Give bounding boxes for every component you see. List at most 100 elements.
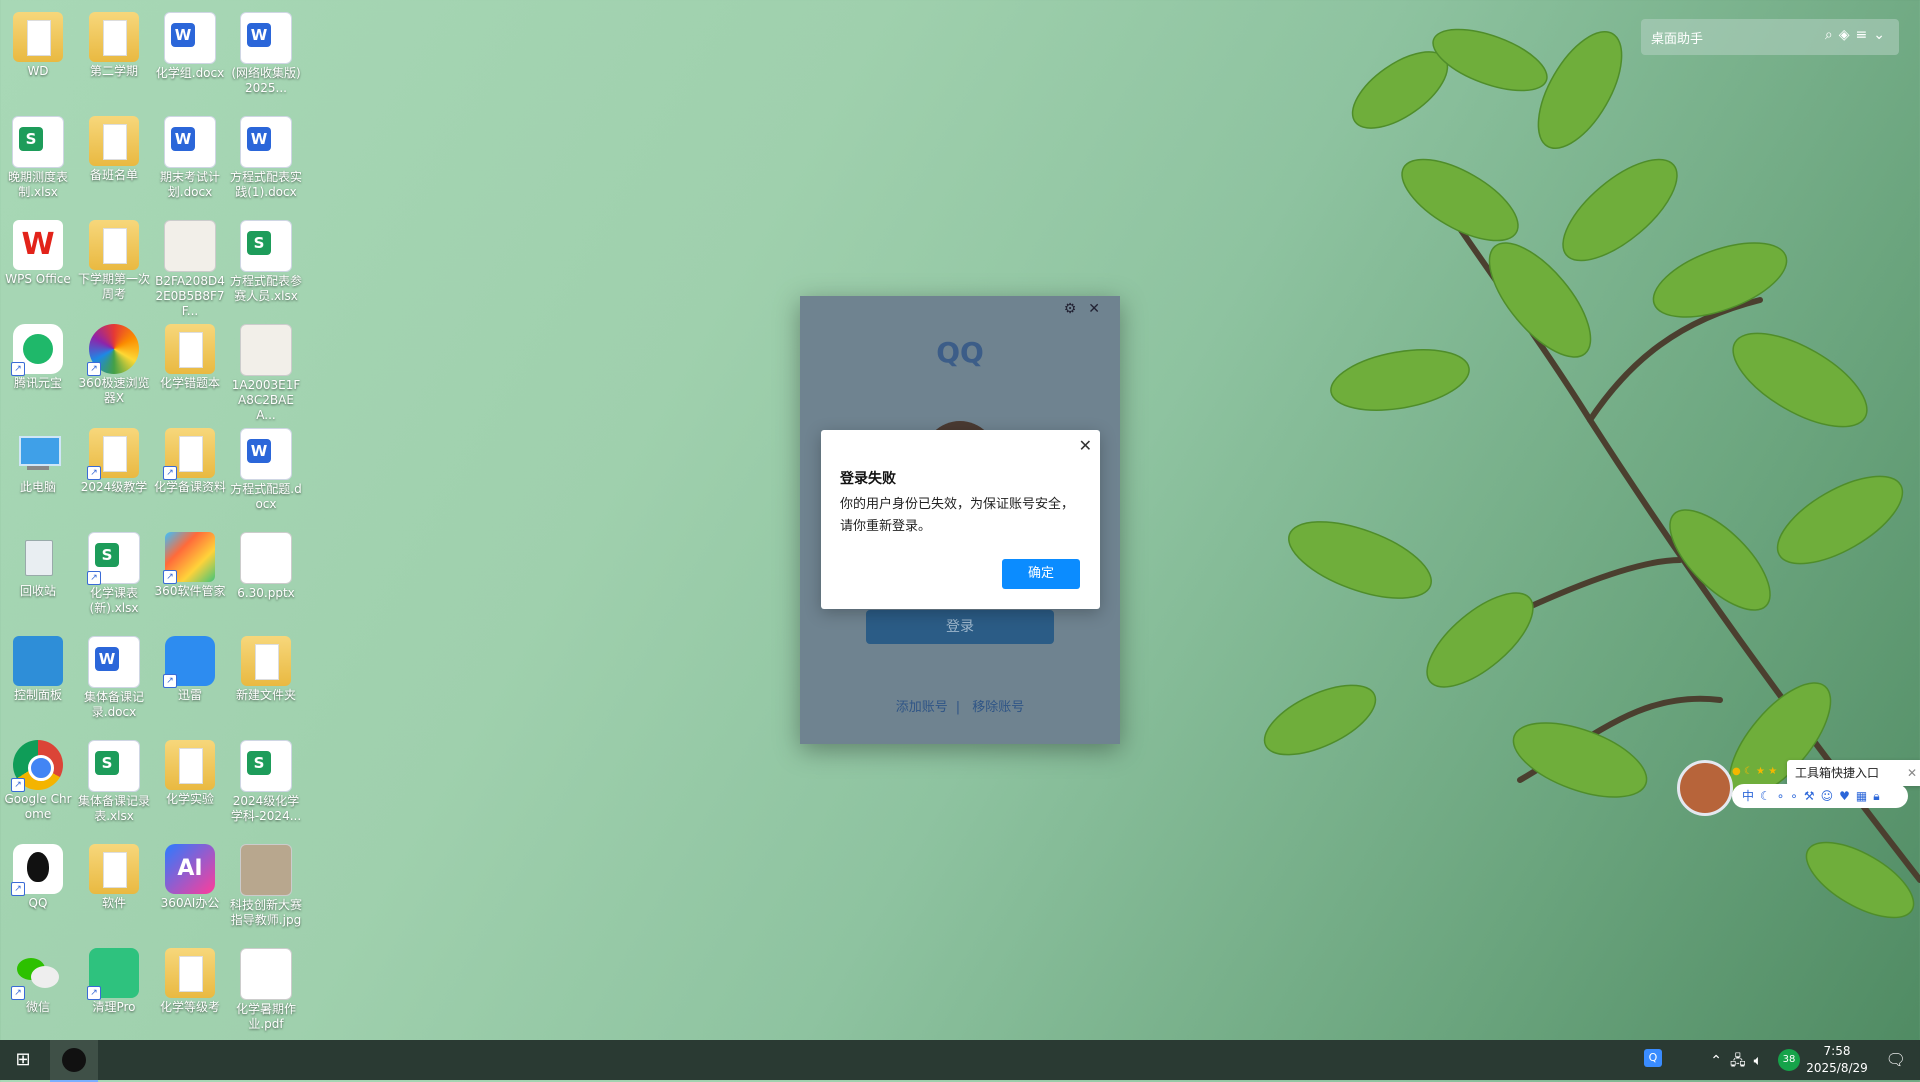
desktop-icon-xlsx[interactable]: S ↗ 化学课表(新).xlsx xyxy=(76,528,152,628)
xunlei-icon: ↗ xyxy=(163,636,215,688)
layers-icon[interactable]: ◈ xyxy=(1839,27,1856,43)
desktop-icon-wps[interactable]: W WPS Office xyxy=(0,216,76,316)
desktop-icon-folder[interactable]: 下学期第一次周考 xyxy=(76,216,152,316)
network-icon[interactable]: 🖧︎ xyxy=(1730,1053,1754,1069)
volume-icon[interactable]: 🔈︎ xyxy=(1754,1053,1770,1069)
desktop-icon-folder[interactable]: 软件 xyxy=(76,840,152,940)
wechat-icon: ↗ xyxy=(11,948,63,1000)
system-tray: Q ⌃🖧︎🔈︎ 38 7:58 2025/8/29 🗨︎ xyxy=(1320,1040,1920,1080)
folder-icon xyxy=(89,116,139,166)
login-failed-dialog: ✕ 登录失败 你的用户身份已失效，为保证账号安全，请你重新登录。 确定 xyxy=(821,430,1100,609)
notification-icon[interactable]: 🗨︎ xyxy=(1886,1050,1906,1069)
desktop-icon-pdf[interactable]: 化学暑期作业.pdf xyxy=(228,944,304,1044)
desktop-icon-pptx[interactable]: 6.30.pptx xyxy=(228,528,304,628)
excel-icon: S xyxy=(12,116,64,168)
desktop-icon-xlsx[interactable]: S 晚期测度表制.xlsx xyxy=(0,112,76,212)
desktop-icon-image[interactable]: 1A2003E1FA8C2BAEA... xyxy=(228,320,304,422)
dialog-title: 登录失败 xyxy=(840,471,896,487)
desktop-icon-area: WD 第二学期 W 化学组.docx W (网络收集版) 2025... S 晚期测度… xyxy=(0,0,320,1040)
desktop-icon-folder[interactable]: 化学等级考 xyxy=(152,944,228,1044)
moon-icon[interactable]: ☾ xyxy=(1760,789,1777,803)
yuanbao-icon: ↗ xyxy=(11,324,63,376)
remove-account-link[interactable]: 移除账号 xyxy=(972,700,1024,715)
desktop-icon-doc[interactable]: W 方程式配表实践(1).docx xyxy=(228,112,304,212)
desktop-icon-cleaner[interactable]: ↗ 清理Pro xyxy=(76,944,152,1044)
word-doc-icon: W xyxy=(88,636,140,688)
desktop-icon-folder[interactable]: 新建文件夹 xyxy=(228,632,304,732)
desktop-icon-doc[interactable]: W 集体备课记录.docx xyxy=(76,632,152,732)
desktop-icon-xlsx[interactable]: S 2024级化学学科-2024... xyxy=(228,736,304,836)
desktop-icon-recycle-bin[interactable]: 回收站 xyxy=(0,528,76,628)
close-icon[interactable]: ✕ xyxy=(1088,301,1112,317)
chrome-icon: ↗ xyxy=(11,740,63,792)
desktop-icon-doc[interactable]: W 化学组.docx xyxy=(152,8,228,108)
desktop-icon-xunlei[interactable]: ↗ 迅雷 xyxy=(152,632,228,732)
excel-icon: S xyxy=(240,740,292,792)
desktop-icon-image[interactable]: 科技创新大赛指导教师.jpg xyxy=(228,840,304,940)
confirm-button[interactable]: 确定 xyxy=(1002,559,1080,589)
desktop-icon-folder[interactable]: 备班名单 xyxy=(76,112,152,212)
desktop-icon-folder[interactable]: 化学实验 xyxy=(152,736,228,836)
desktop-icon-doc[interactable]: W (网络收集版) 2025... xyxy=(228,8,304,108)
folder-icon xyxy=(165,740,215,790)
skin-icon[interactable]: ♥ xyxy=(1839,789,1856,803)
chevron-up-icon[interactable]: ⌃ xyxy=(1710,1053,1730,1069)
word-doc-icon: W xyxy=(164,12,216,64)
punctuation-icon[interactable]: ∘∘ xyxy=(1777,789,1804,803)
desktop-icon-xlsx[interactable]: S 方程式配表参赛人员.xlsx xyxy=(228,216,304,316)
search-icon[interactable]: ⌕ xyxy=(1825,27,1839,43)
windows-start-icon[interactable]: ⊞ xyxy=(0,1040,46,1080)
emoji-icon[interactable]: ☺ xyxy=(1821,789,1840,803)
image-icon xyxy=(164,220,216,272)
wrench-icon[interactable]: ⚒ xyxy=(1804,789,1821,803)
desktop-icon-qq[interactable]: ↗ QQ xyxy=(0,840,76,940)
close-icon[interactable]: ✕ xyxy=(1907,760,1917,786)
level-stars-icon: ● ☾ ★ ★ xyxy=(1732,766,1778,777)
taskbar-qq-app[interactable] xyxy=(50,1040,98,1082)
desktop-icon-360browser[interactable]: ↗ 360极速浏览器X xyxy=(76,320,152,420)
chevron-down-icon[interactable]: ⌄ xyxy=(1873,27,1891,43)
dialog-message: 你的用户身份已失效，为保证账号安全，请你重新登录。 xyxy=(840,497,1075,534)
toolbox-tooltip[interactable]: 工具箱快捷入口 ✕ xyxy=(1787,760,1920,786)
desktop-icon-360ai[interactable]: AI 360AI办公 xyxy=(152,840,228,940)
desktop-icon-chrome[interactable]: ↗ Google Chrome xyxy=(0,736,76,836)
desktop-icon-control-panel[interactable]: 控制面板 xyxy=(0,632,76,732)
add-account-link[interactable]: 添加账号 xyxy=(896,700,948,715)
pdf-icon xyxy=(240,948,292,1000)
excel-icon: S xyxy=(240,220,292,272)
recycle-bin-icon xyxy=(13,532,63,582)
desktop-assistant-bar[interactable]: 桌面助手 ⌕◈≡⌄ xyxy=(1641,19,1899,55)
word-doc-icon: W xyxy=(240,428,292,480)
ime-toolbar[interactable]: 中☾∘∘⚒☺♥▦🔒︎ xyxy=(1732,784,1908,808)
desktop-pet-avatar[interactable] xyxy=(1677,760,1733,816)
folder-icon: ↗ xyxy=(163,428,215,480)
desktop-icon-this-pc[interactable]: 此电脑 xyxy=(0,424,76,524)
desktop-icon-360-software[interactable]: ↗ 360软件管家 xyxy=(152,528,228,628)
desktop-icon-wd[interactable]: WD xyxy=(0,8,76,108)
close-icon[interactable]: ✕ xyxy=(1079,436,1092,455)
desktop-icon-xlsx[interactable]: S 集体备课记录表.xlsx xyxy=(76,736,152,836)
qq-tray-icon[interactable]: Q xyxy=(1644,1049,1662,1067)
image-icon xyxy=(240,324,292,376)
desktop-icon-folder[interactable]: 化学错题本 xyxy=(152,320,228,420)
login-button[interactable]: 登录 xyxy=(866,610,1054,644)
folder-icon xyxy=(241,636,291,686)
toolbox-widget: ● ☾ ★ ★ 工具箱快捷入口 ✕ 中☾∘∘⚒☺♥▦🔒︎ xyxy=(1677,760,1920,830)
desktop-icon-image[interactable]: B2FA208D42E0B5B8F7F... xyxy=(152,216,228,318)
desktop-icon-folder[interactable]: 第二学期 xyxy=(76,8,152,108)
menu-icon[interactable]: ≡ xyxy=(1856,27,1874,43)
desktop-icon-wechat[interactable]: ↗ 微信 xyxy=(0,944,76,1044)
desktop-icon-doc[interactable]: W 方程式配题.docx xyxy=(228,424,304,524)
desktop-icon-doc[interactable]: W 期末考试计划.docx xyxy=(152,112,228,212)
security-badge[interactable]: 38 xyxy=(1778,1049,1800,1071)
grid-icon[interactable]: ▦ xyxy=(1856,789,1873,803)
settings-icon[interactable]: ⚙ xyxy=(1064,301,1089,317)
assistant-title: 桌面助手 xyxy=(1651,32,1704,47)
desktop-icon-folder[interactable]: ↗ 化学备课资料 xyxy=(152,424,228,524)
clock[interactable]: 7:58 2025/8/29 xyxy=(1802,1043,1872,1077)
lock-icon[interactable]: 🔒︎ xyxy=(1873,789,1885,803)
folder-icon xyxy=(165,948,215,998)
desktop-icon-yuanbao[interactable]: ↗ 腾讯元宝 xyxy=(0,320,76,420)
date: 2025/8/29 xyxy=(1806,1061,1868,1075)
desktop-icon-folder[interactable]: ↗ 2024级教学 xyxy=(76,424,152,524)
